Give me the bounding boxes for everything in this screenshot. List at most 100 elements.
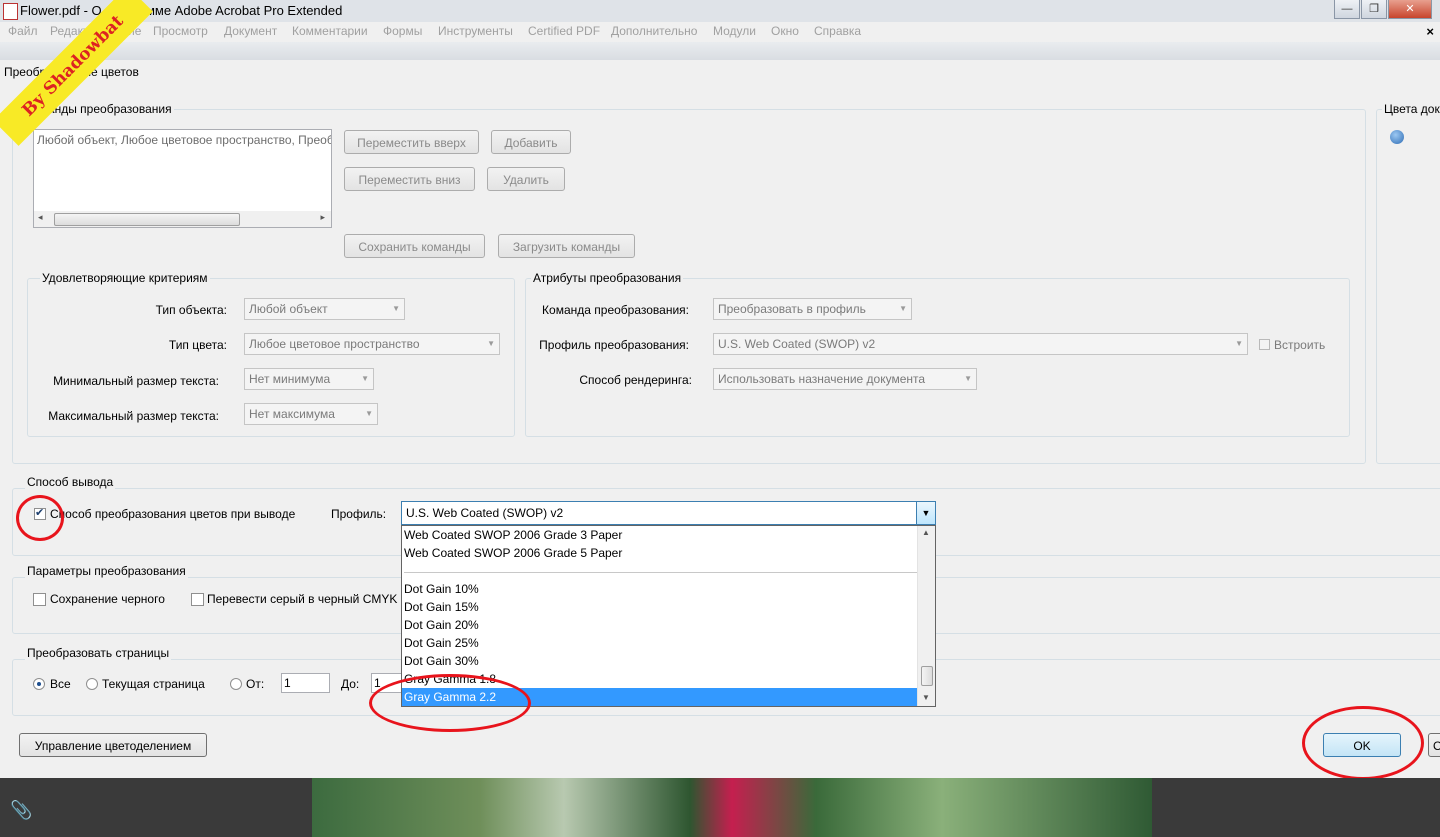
chevron-down-icon: ▼ xyxy=(392,304,400,313)
menu-certified-pdf[interactable]: Certified PDF xyxy=(528,24,600,38)
minimize-button[interactable]: — xyxy=(1334,0,1360,19)
list-item[interactable]: Любой объект, Любое цветовое пространств… xyxy=(37,133,331,147)
pages-group-label: Преобразовать страницы xyxy=(25,646,172,660)
expand-arrow-icon[interactable] xyxy=(1390,130,1404,144)
chevron-down-icon: ▼ xyxy=(964,374,972,383)
profile-option[interactable]: Web Coated SWOP 2006 Grade 5 Paper xyxy=(404,544,622,562)
output-profile-combo[interactable]: U.S. Web Coated (SWOP) v2 ▼ xyxy=(401,501,936,525)
from-label: От: xyxy=(246,677,265,691)
close-window-button[interactable]: ✕ xyxy=(1388,0,1432,19)
menu-window[interactable]: Окно xyxy=(771,24,799,38)
from-range-radio[interactable] xyxy=(230,678,242,690)
menu-tools[interactable]: Инструменты xyxy=(438,24,513,38)
max-text-size-label: Максимальный размер текста: xyxy=(48,409,219,423)
rendering-label: Способ рендеринга: xyxy=(579,373,692,387)
conversion-profile-label: Профиль преобразования: xyxy=(539,338,689,352)
color-type-combo[interactable]: Любое цветовое пространство ▼ xyxy=(244,333,500,355)
menu-view[interactable]: Просмотр xyxy=(153,24,208,38)
embed-label: Встроить xyxy=(1274,338,1326,352)
all-pages-label: Все xyxy=(50,677,71,691)
chevron-down-icon: ▼ xyxy=(1235,339,1243,348)
params-group-label: Параметры преобразования xyxy=(25,564,188,578)
menu-help[interactable]: Справка xyxy=(814,24,861,38)
chevron-down-icon: ▼ xyxy=(361,374,369,383)
move-up-button[interactable]: Переместить вверх xyxy=(344,130,479,154)
move-down-button[interactable]: Переместить вниз xyxy=(344,167,475,191)
attributes-group xyxy=(525,278,1350,437)
menu-forms[interactable]: Формы xyxy=(383,24,422,38)
list-vertical-scrollbar[interactable]: ▲ ▼ xyxy=(917,526,935,706)
document-colors-group xyxy=(1376,109,1440,464)
cancel-button[interactable]: О xyxy=(1428,733,1440,757)
menu-advanced[interactable]: Дополнительно xyxy=(611,24,697,38)
scroll-right-icon[interactable]: ▸ xyxy=(320,212,325,223)
rendering-combo[interactable]: Использовать назначение документа ▼ xyxy=(713,368,977,390)
max-text-size-combo[interactable]: Нет максимума ▼ xyxy=(244,403,378,425)
profile-option[interactable]: Dot Gain 20% xyxy=(404,616,479,634)
gray-to-black-label: Перевести серый в черный CMYK xyxy=(207,592,398,606)
delete-button[interactable]: Удалить xyxy=(487,167,565,191)
radio-selected-dot xyxy=(37,682,41,686)
document-colors-label: Цвета доку xyxy=(1382,102,1440,116)
menu-file[interactable]: Файл xyxy=(8,24,38,38)
scroll-up-icon[interactable]: ▲ xyxy=(922,528,930,537)
color-type-label: Тип цвета: xyxy=(168,338,227,352)
paperclip-icon[interactable]: 📎 xyxy=(10,800,32,821)
preserve-black-label: Сохранение черного xyxy=(50,592,165,606)
document-close-icon[interactable]: × xyxy=(1426,24,1434,39)
scroll-thumb[interactable] xyxy=(921,666,933,686)
object-type-value: Любой объект xyxy=(249,302,328,316)
commands-list[interactable]: Любой объект, Любое цветовое пространств… xyxy=(33,129,332,228)
current-page-radio[interactable] xyxy=(86,678,98,690)
rendering-value: Использовать назначение документа xyxy=(718,372,926,386)
menu-document[interactable]: Документ xyxy=(224,24,277,38)
conversion-command-combo[interactable]: Преобразовать в профиль ▼ xyxy=(713,298,912,320)
menu-comments[interactable]: Комментарии xyxy=(292,24,368,38)
profile-option[interactable]: Dot Gain 25% xyxy=(404,634,479,652)
maximize-button[interactable]: ❐ xyxy=(1361,0,1387,19)
profile-option[interactable]: Dot Gain 30% xyxy=(404,652,479,670)
scroll-left-icon[interactable]: ◂ xyxy=(38,212,43,223)
from-page-input[interactable]: 1 xyxy=(281,673,330,693)
output-profile-label: Профиль: xyxy=(331,507,387,521)
color-separation-button[interactable]: Управление цветоделением xyxy=(19,733,207,757)
pdf-file-icon xyxy=(3,3,18,20)
gray-to-black-checkbox[interactable] xyxy=(191,593,204,606)
profile-option[interactable]: Web Coated SWOP 2006 Grade 3 Paper xyxy=(404,526,622,544)
preserve-black-checkbox[interactable] xyxy=(33,593,46,606)
object-type-label: Тип объекта: xyxy=(155,303,227,317)
chevron-down-icon: ▼ xyxy=(365,409,373,418)
chevron-down-icon[interactable]: ▼ xyxy=(916,502,935,524)
annotation-circle-ok xyxy=(1302,706,1424,780)
criteria-group-label: Удовлетворяющие критериям xyxy=(40,271,210,285)
min-text-size-combo[interactable]: Нет минимума ▼ xyxy=(244,368,374,390)
attributes-group-label: Атрибуты преобразования xyxy=(531,271,684,285)
window-titlebar: Flower.pdf - О программе Adobe Acrobat P… xyxy=(0,0,1440,22)
output-group-label: Способ вывода xyxy=(25,475,116,489)
conversion-command-label: Команда преобразования: xyxy=(542,303,689,317)
add-button[interactable]: Добавить xyxy=(491,130,571,154)
save-commands-button[interactable]: Сохранить команды xyxy=(344,234,485,258)
profile-option[interactable]: Dot Gain 10% xyxy=(404,580,479,598)
horizontal-scrollbar[interactable]: ◂ ▸ xyxy=(34,211,331,227)
all-pages-radio[interactable] xyxy=(33,678,45,690)
load-commands-button[interactable]: Загрузить команды xyxy=(498,234,635,258)
scroll-down-icon[interactable]: ▼ xyxy=(922,693,930,702)
to-label: До: xyxy=(341,677,360,691)
list-separator xyxy=(404,572,917,573)
profile-option[interactable]: Dot Gain 15% xyxy=(404,598,479,616)
menu-plugins[interactable]: Модули xyxy=(713,24,756,38)
current-page-label: Текущая страница xyxy=(102,677,205,691)
embed-checkbox[interactable] xyxy=(1259,339,1270,350)
annotation-circle-gray-gamma xyxy=(369,674,531,732)
chevron-down-icon: ▼ xyxy=(487,339,495,348)
menu-bar: Файл Редактирование Просмотр Документ Ко… xyxy=(0,22,1440,42)
max-text-size-value: Нет максимума xyxy=(249,407,335,421)
object-type-combo[interactable]: Любой объект ▼ xyxy=(244,298,405,320)
conversion-profile-combo[interactable]: U.S. Web Coated (SWOP) v2 ▼ xyxy=(713,333,1248,355)
annotation-circle-checkbox xyxy=(16,495,64,541)
color-type-value: Любое цветовое пространство xyxy=(249,337,420,351)
output-conversion-label: Способ преобразования цветов при выводе xyxy=(50,507,296,521)
scroll-thumb[interactable] xyxy=(54,213,240,226)
document-flower-image xyxy=(312,778,1152,837)
